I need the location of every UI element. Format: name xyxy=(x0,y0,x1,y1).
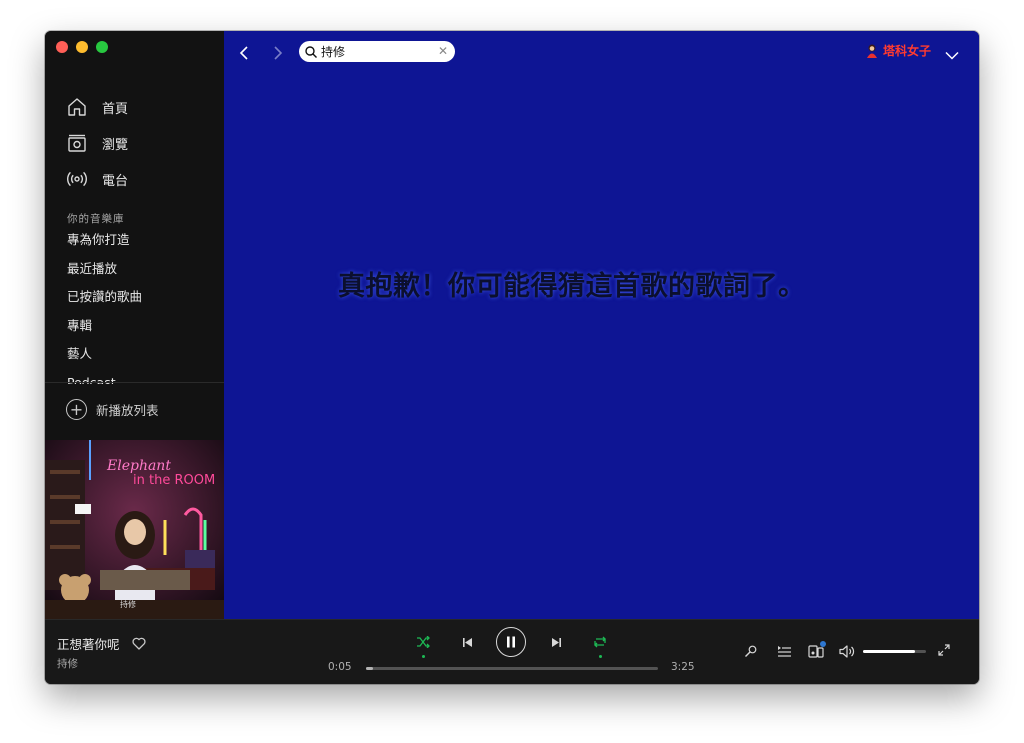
expand-icon xyxy=(938,644,950,656)
shuffle-icon xyxy=(417,636,430,648)
track-title[interactable]: 正想著你呢 xyxy=(57,634,120,653)
heart-icon xyxy=(132,637,146,650)
cover-artist: 持修 xyxy=(120,599,136,609)
user-menu[interactable]: 塔科女子 xyxy=(864,42,931,59)
time-elapsed: 0:05 xyxy=(328,661,352,673)
volume-fill xyxy=(863,650,916,653)
chevron-right-icon xyxy=(274,46,283,60)
sidebar-item-radio[interactable]: 電台 xyxy=(45,161,224,197)
plus-icon: + xyxy=(66,399,87,420)
no-lyrics-message: 真抱歉！你可能得猜這首歌的歌詞了。 xyxy=(338,271,806,302)
volume-slider[interactable] xyxy=(863,650,926,653)
sidebar-item-label: 電台 xyxy=(102,173,129,189)
progress-bar[interactable] xyxy=(366,667,658,670)
library-item-recently-played[interactable]: 最近播放 xyxy=(67,255,224,284)
like-button[interactable] xyxy=(132,635,146,654)
zoom-window-button[interactable] xyxy=(96,41,108,53)
user-menu-chevron[interactable] xyxy=(945,45,959,64)
chevron-down-icon xyxy=(945,51,959,60)
back-button[interactable] xyxy=(235,43,255,63)
library-item-liked-songs[interactable]: 已按讚的歌曲 xyxy=(67,283,224,312)
album-cover-art: Elephant in the ROOM 持修 xyxy=(45,440,224,619)
chevron-left-icon xyxy=(239,46,248,60)
new-playlist-button[interactable]: + 新播放列表 xyxy=(66,399,159,420)
cover-title-line2: in the ROOM xyxy=(133,473,215,488)
window-controls xyxy=(56,41,108,53)
play-pause-button[interactable] xyxy=(496,627,526,657)
library-list[interactable]: 專為你打造 最近播放 已按讚的歌曲 專輯 藝人 Podcast xyxy=(67,226,224,384)
device-active-dot xyxy=(820,641,826,647)
close-window-button[interactable] xyxy=(56,41,68,53)
top-bar: ✕ 塔科女子 xyxy=(224,31,979,73)
track-artist[interactable]: 持修 xyxy=(57,656,78,671)
search-icon xyxy=(305,45,317,58)
queue-button[interactable] xyxy=(776,643,792,659)
microphone-icon xyxy=(744,645,756,657)
sidebar-divider xyxy=(45,382,224,383)
album-cover[interactable]: Elephant in the ROOM 持修 xyxy=(45,440,224,619)
sidebar-nav: 首頁 瀏覽 電台 xyxy=(45,89,224,197)
sidebar-item-home[interactable]: 首頁 xyxy=(45,89,224,125)
repeat-button[interactable] xyxy=(591,633,609,651)
library-item-albums[interactable]: 專輯 xyxy=(67,312,224,341)
fullscreen-button[interactable] xyxy=(936,642,952,658)
repeat-active-dot xyxy=(599,655,602,658)
pause-icon xyxy=(507,636,515,648)
avatar xyxy=(866,44,877,58)
radio-icon xyxy=(66,168,88,190)
forward-button[interactable] xyxy=(267,43,287,63)
skip-forward-icon xyxy=(551,637,561,647)
next-button[interactable] xyxy=(547,633,565,651)
mute-button[interactable] xyxy=(838,642,856,660)
library-item-artists[interactable]: 藝人 xyxy=(67,340,224,369)
time-total: 3:25 xyxy=(671,661,695,673)
browse-icon xyxy=(66,132,88,154)
repeat-icon xyxy=(594,636,606,648)
new-playlist-label: 新播放列表 xyxy=(96,403,159,418)
previous-button[interactable] xyxy=(458,633,476,651)
sidebar-item-label: 瀏覽 xyxy=(102,137,129,153)
progress-fill xyxy=(366,667,374,670)
search-bar[interactable]: ✕ xyxy=(299,41,455,62)
library-title: 你的音樂庫 xyxy=(67,213,125,225)
sidebar-item-label: 首頁 xyxy=(102,101,129,117)
queue-icon xyxy=(778,646,791,657)
player-bar: 正想著你呢 持修 0:05 3:25 xyxy=(45,619,979,684)
shuffle-button[interactable] xyxy=(414,633,432,651)
home-icon xyxy=(66,96,88,118)
connect-device-button[interactable] xyxy=(807,641,826,660)
volume-icon xyxy=(839,644,855,658)
shuffle-active-dot xyxy=(422,655,425,658)
library-item-made-for-you[interactable]: 專為你打造 xyxy=(67,226,224,255)
user-name: 塔科女子 xyxy=(882,44,931,58)
search-input[interactable] xyxy=(321,44,433,59)
minimize-window-button[interactable] xyxy=(76,41,88,53)
cover-title-line1: Elephant xyxy=(106,458,171,474)
lyrics-button[interactable] xyxy=(742,643,758,659)
spotify-window: 首頁 瀏覽 電台 你的音樂庫 專為你打造 最近播放 已按讚的歌曲 專輯 藝人 P xyxy=(45,31,979,684)
clear-search-icon[interactable]: ✕ xyxy=(438,44,448,58)
sidebar: 首頁 瀏覽 電台 你的音樂庫 專為你打造 最近播放 已按讚的歌曲 專輯 藝人 P xyxy=(45,31,224,619)
skip-back-icon xyxy=(462,637,472,647)
sidebar-item-browse[interactable]: 瀏覽 xyxy=(45,125,224,161)
lyrics-view: ✕ 塔科女子 真抱歉！你可能得猜這首歌的歌詞了。 xyxy=(224,31,979,619)
